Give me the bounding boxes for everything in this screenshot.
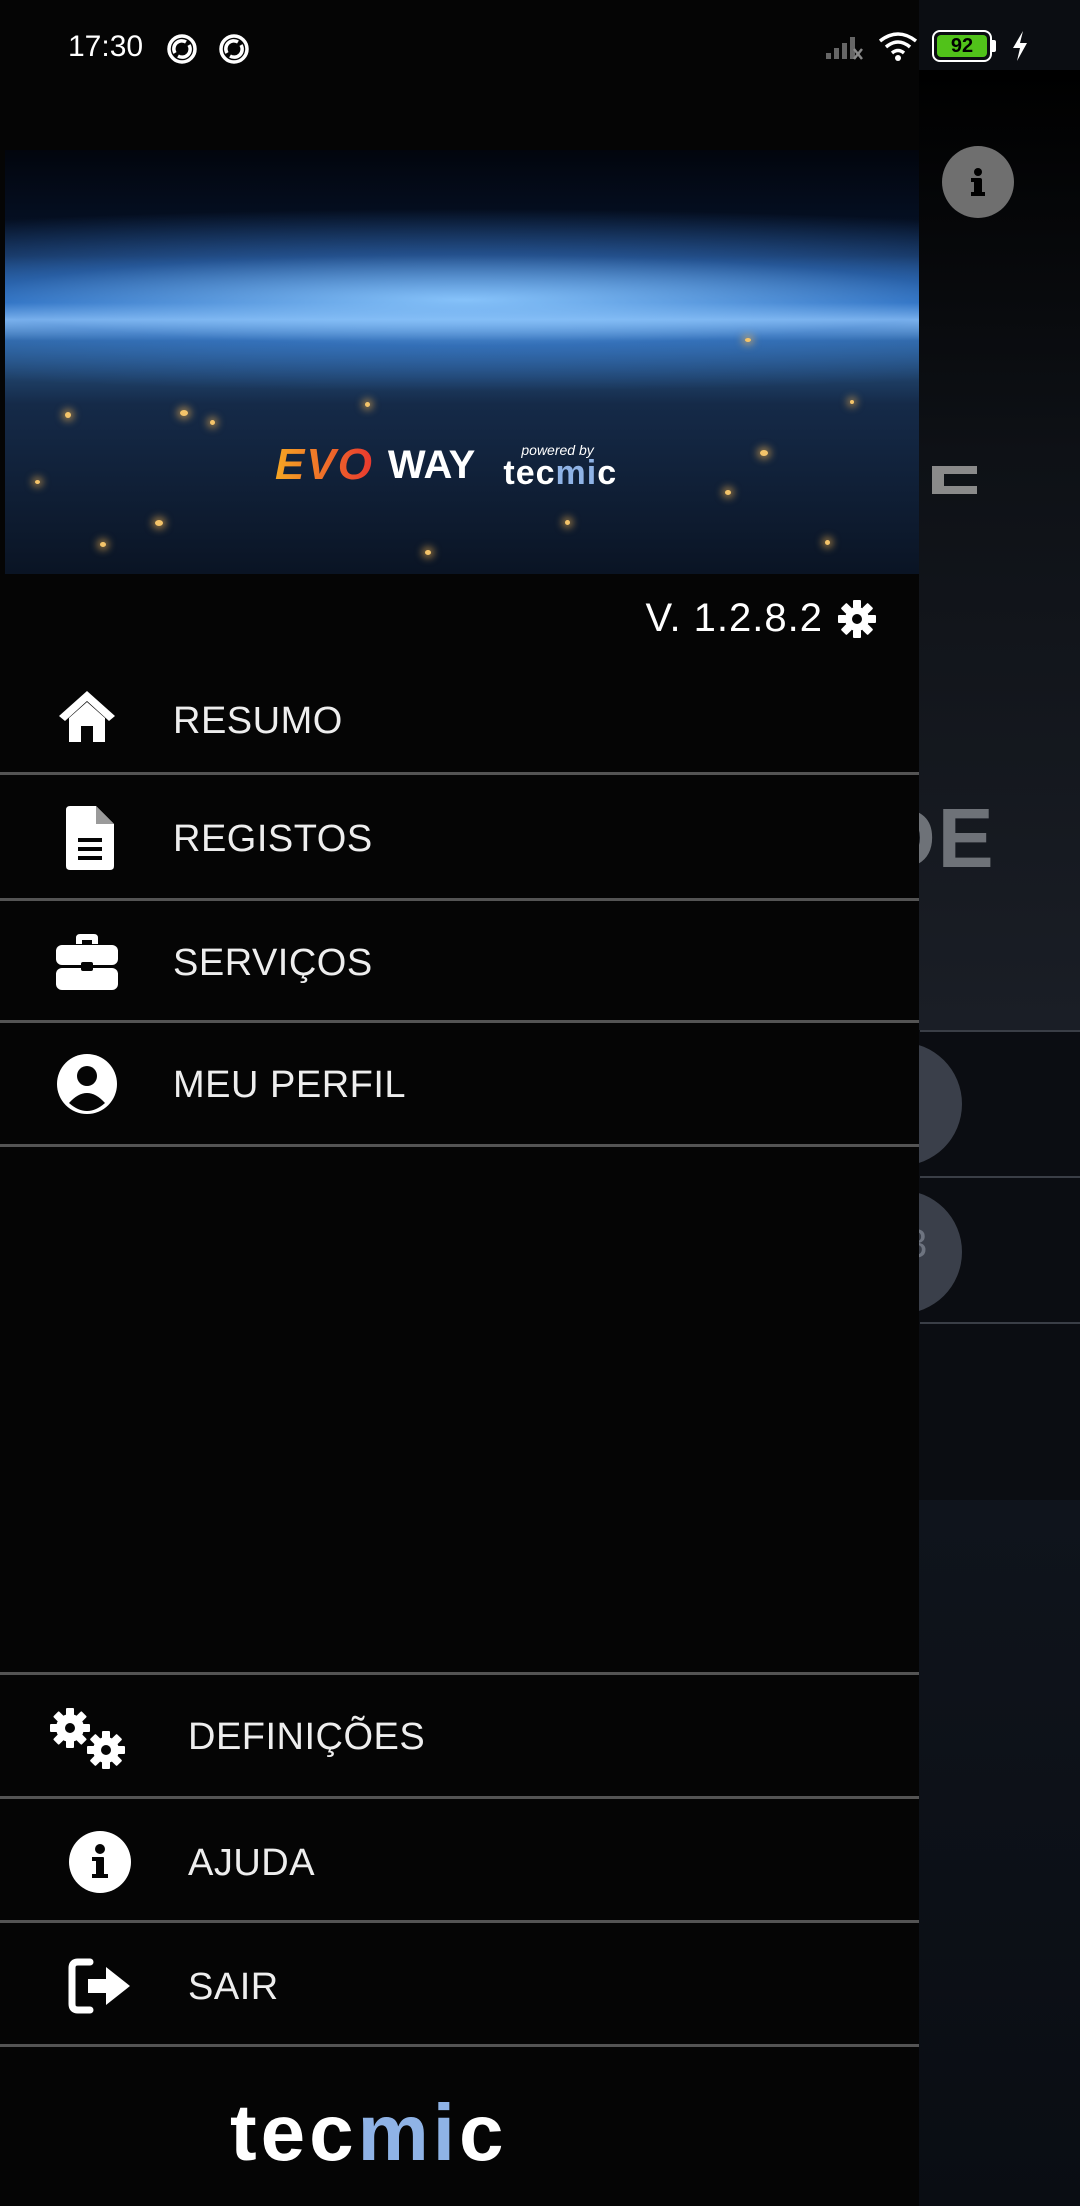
navigation-drawer: EVO WAY powered by tecmic V. 1.2.8.2 RES… [0, 0, 919, 2206]
menu-divider [0, 772, 919, 775]
menu-item-resumo[interactable]: RESUMO [0, 670, 919, 770]
menu-item-servicos[interactable]: SERVIÇOS [0, 902, 919, 1020]
menu-divider [0, 1920, 919, 1923]
menu-label-resumo: RESUMO [173, 700, 343, 742]
tecmic-footer-logo: tecmic [230, 2088, 508, 2177]
info-icon [69, 1831, 131, 1893]
user-circle-icon [57, 1054, 117, 1114]
briefcase-icon [56, 934, 118, 990]
menu-item-ajuda[interactable]: AJUDA [0, 1800, 919, 1920]
menu-item-sair[interactable]: SAIR [0, 1924, 919, 2044]
battery-icon: 92 [932, 30, 996, 62]
menu-label-ajuda: AJUDA [188, 1842, 316, 1884]
powered-by-tecmic: powered by tecmic [503, 442, 618, 492]
menu-item-definicoes[interactable]: DEFINIÇÕES [0, 1676, 919, 1796]
status-icons: 92 [824, 30, 1030, 62]
background-divider [920, 1030, 1080, 1032]
version-row[interactable]: V. 1.2.8.2 [645, 596, 877, 641]
background-logo-fragment-icon [932, 466, 977, 494]
home-icon [59, 691, 115, 742]
dnd-icon [219, 34, 249, 64]
menu-divider [0, 1672, 919, 1675]
menu-label-sair: SAIR [188, 1966, 279, 2008]
menu-item-meu-perfil[interactable]: MEU PERFIL [0, 1024, 919, 1144]
menu-label-servicos: SERVIÇOS [173, 942, 373, 984]
signal-icon [826, 37, 863, 60]
status-bar: 17:30 92 [0, 0, 1080, 100]
background-divider [920, 1322, 1080, 1324]
menu-label-meu-perfil: MEU PERFIL [173, 1064, 407, 1106]
menu-divider [0, 2044, 919, 2047]
status-time: 17:30 [68, 30, 144, 63]
tecmic-logo-small: tecmic [503, 454, 618, 492]
version-label: V. 1.2.8.2 [645, 596, 823, 640]
background-divider [920, 1176, 1080, 1178]
brand-evo: EVO [275, 440, 374, 489]
background-info-button[interactable] [942, 146, 1014, 218]
menu-item-registos[interactable]: REGISTOS [0, 776, 919, 898]
brand-way: WAY [387, 442, 476, 487]
battery-level: 92 [950, 34, 974, 57]
info-icon [971, 168, 985, 196]
charging-icon [1013, 31, 1027, 61]
logout-icon [68, 1958, 130, 2014]
evo-way-logo: EVO WAY powered by tecmic [275, 440, 617, 490]
gear-icon[interactable] [837, 599, 877, 639]
drawer-banner: EVO WAY powered by tecmic [5, 150, 919, 574]
gears-icon [50, 1708, 125, 1769]
menu-label-registos: REGISTOS [173, 818, 373, 860]
menu-divider [0, 1796, 919, 1799]
menu-label-definicoes: DEFINIÇÕES [188, 1716, 426, 1758]
menu-divider [0, 1144, 919, 1147]
menu-divider [0, 1020, 919, 1023]
wifi-icon [878, 32, 918, 61]
dnd-icon [167, 34, 197, 64]
menu-divider [0, 898, 919, 901]
document-icon [66, 806, 114, 870]
